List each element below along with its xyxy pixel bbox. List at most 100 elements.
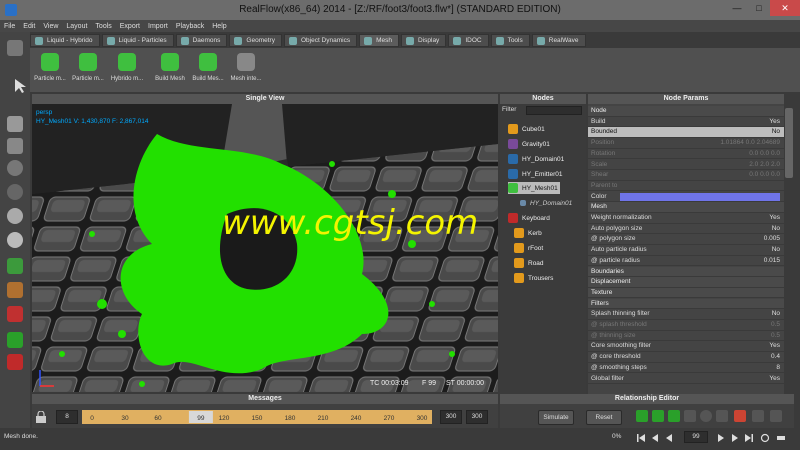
param-row[interactable]: Splash thinning filter No: [588, 309, 784, 320]
build-mesh-button[interactable]: Build Mesh: [150, 50, 190, 82]
nodes-filter-input[interactable]: [526, 106, 582, 115]
node-gravity01[interactable]: Gravity01: [508, 138, 550, 150]
particle-mesh-button[interactable]: Particle m...: [30, 50, 70, 82]
reset-button[interactable]: Reset: [586, 410, 622, 425]
param-value[interactable]: Yes: [769, 117, 780, 127]
param-value[interactable]: No: [772, 224, 780, 234]
param-value[interactable]: 0.0 0.0 0.0: [749, 170, 780, 180]
build-mesh-2-button[interactable]: Build Mes...: [188, 50, 228, 82]
tab-tools[interactable]: Tools: [490, 34, 530, 47]
sphere-solid-icon[interactable]: [7, 208, 23, 224]
record-icon[interactable]: [734, 410, 746, 422]
param-row[interactable]: @ splash threshold 0.5: [588, 320, 784, 331]
menu-tools[interactable]: Tools: [91, 23, 115, 30]
minimize-button[interactable]: —: [726, 0, 748, 16]
param-row[interactable]: @ thinning size 0.5: [588, 331, 784, 342]
menu-edit[interactable]: Edit: [19, 23, 39, 30]
lock-icon[interactable]: [34, 410, 50, 423]
param-value[interactable]: 8: [776, 363, 780, 373]
param-row[interactable]: Weight normalization Yes: [588, 213, 784, 224]
node-hy-emitter01[interactable]: HY_Emitter01: [508, 168, 562, 180]
eye-icon[interactable]: [700, 410, 712, 422]
save-green-icon[interactable]: [7, 332, 23, 348]
settings-icon[interactable]: [770, 410, 782, 422]
node-keyboard[interactable]: Keyboard: [508, 212, 550, 224]
link-icon[interactable]: [716, 410, 728, 422]
menu-export[interactable]: Export: [116, 23, 144, 30]
menu-import[interactable]: Import: [144, 23, 172, 30]
camera-icon[interactable]: [684, 410, 696, 422]
refresh-icon[interactable]: [668, 410, 680, 422]
torus-icon[interactable]: [7, 160, 23, 176]
param-row[interactable]: Global filter Yes: [588, 374, 784, 384]
tab-daemons[interactable]: Daemons: [175, 34, 228, 47]
param-row[interactable]: Node: [588, 106, 784, 117]
simulate-button[interactable]: Simulate: [538, 410, 574, 425]
loop-icon[interactable]: [652, 410, 664, 422]
cube-wire-icon[interactable]: [7, 138, 23, 154]
prev-frame-icon[interactable]: [650, 433, 660, 443]
pin-icon[interactable]: [7, 306, 23, 322]
param-value[interactable]: 1.01864 0.0 2.04689: [720, 138, 780, 148]
param-row[interactable]: Scale 2.0 2.0 2.0: [588, 160, 784, 170]
tab-mesh[interactable]: Mesh: [359, 34, 399, 47]
param-row[interactable]: Displacement: [588, 277, 784, 288]
timeline-bar[interactable]: 0 30 60 99 120 150 180 210 240 270 300: [82, 410, 432, 424]
menu-help[interactable]: Help: [208, 23, 230, 30]
param-value[interactable]: No: [772, 245, 780, 255]
param-row[interactable]: @ core threshold 0.4: [588, 352, 784, 363]
current-frame-field[interactable]: 99: [684, 431, 708, 443]
param-row[interactable]: Mesh: [588, 202, 784, 213]
param-row[interactable]: Bounded No: [588, 127, 784, 138]
param-value[interactable]: 0.0 0.0 0.0: [749, 149, 780, 159]
viewport-canvas[interactable]: persp HY_Mesh01 V: 1,430,870 F: 2,867,01…: [32, 104, 498, 392]
go-start-icon[interactable]: [636, 433, 646, 443]
node-hy-domain01[interactable]: HY_Domain01: [508, 153, 564, 165]
param-row[interactable]: Core smoothing filter Yes: [588, 341, 784, 352]
select-arrow-icon[interactable]: [7, 78, 26, 94]
tab-object-dynamics[interactable]: Object Dynamics: [283, 34, 358, 47]
new-scene-icon[interactable]: [7, 40, 23, 56]
menu-view[interactable]: View: [39, 23, 62, 30]
tab-display[interactable]: Display: [401, 34, 447, 47]
end-frame-field[interactable]: 300: [440, 410, 462, 424]
param-row[interactable]: Position 1.01864 0.0 2.04689: [588, 138, 784, 149]
param-row[interactable]: Color: [588, 192, 784, 203]
param-row[interactable]: Boundaries: [588, 266, 784, 277]
menu-playback[interactable]: Playback: [172, 23, 208, 30]
params-scrollbar[interactable]: [784, 104, 794, 392]
loop-playback-icon[interactable]: [760, 433, 770, 443]
play-icon[interactable]: [716, 433, 726, 443]
help-icon[interactable]: [752, 410, 764, 422]
param-value[interactable]: 0.5: [771, 331, 780, 341]
mesh-interpolate-button[interactable]: Mesh inte...: [226, 50, 266, 82]
tab-liquid-hybrido[interactable]: Liquid - Hybrido: [30, 34, 100, 47]
param-row[interactable]: Auto polygon size No: [588, 224, 784, 235]
sphere-light-icon[interactable]: [7, 232, 23, 248]
cube-icon[interactable]: [7, 116, 23, 132]
menu-layout[interactable]: Layout: [62, 23, 91, 30]
param-row[interactable]: @ smoothing steps 8: [588, 363, 784, 374]
param-value[interactable]: 0.4: [771, 352, 780, 362]
param-row[interactable]: Shear 0.0 0.0 0.0: [588, 170, 784, 181]
next-frame-icon[interactable]: [730, 433, 740, 443]
play-sim-icon[interactable]: [636, 410, 648, 422]
node-rfoot[interactable]: rFoot: [514, 242, 543, 254]
tab-idoc[interactable]: IDOC: [448, 34, 489, 47]
particle-mesh-2-button[interactable]: Particle m...: [68, 50, 108, 82]
play-back-icon[interactable]: [664, 433, 674, 443]
node-kerb[interactable]: Kerb: [514, 227, 542, 239]
node-hy-mesh01[interactable]: HY_Mesh01: [508, 182, 560, 194]
param-value[interactable]: No: [772, 127, 780, 137]
start-frame-field[interactable]: 8: [56, 410, 78, 424]
color-swatch[interactable]: [620, 192, 780, 201]
param-row[interactable]: Parent to: [588, 181, 784, 192]
tab-geometry[interactable]: Geometry: [229, 34, 282, 47]
param-value[interactable]: Yes: [769, 341, 780, 351]
param-value[interactable]: Yes: [769, 213, 780, 223]
param-row[interactable]: Texture: [588, 287, 784, 299]
param-value[interactable]: 2.0 2.0 2.0: [749, 160, 780, 170]
param-row[interactable]: @ polygon size 0.005: [588, 234, 784, 245]
param-value[interactable]: Yes: [769, 374, 780, 384]
param-row[interactable]: Auto particle radius No: [588, 245, 784, 256]
